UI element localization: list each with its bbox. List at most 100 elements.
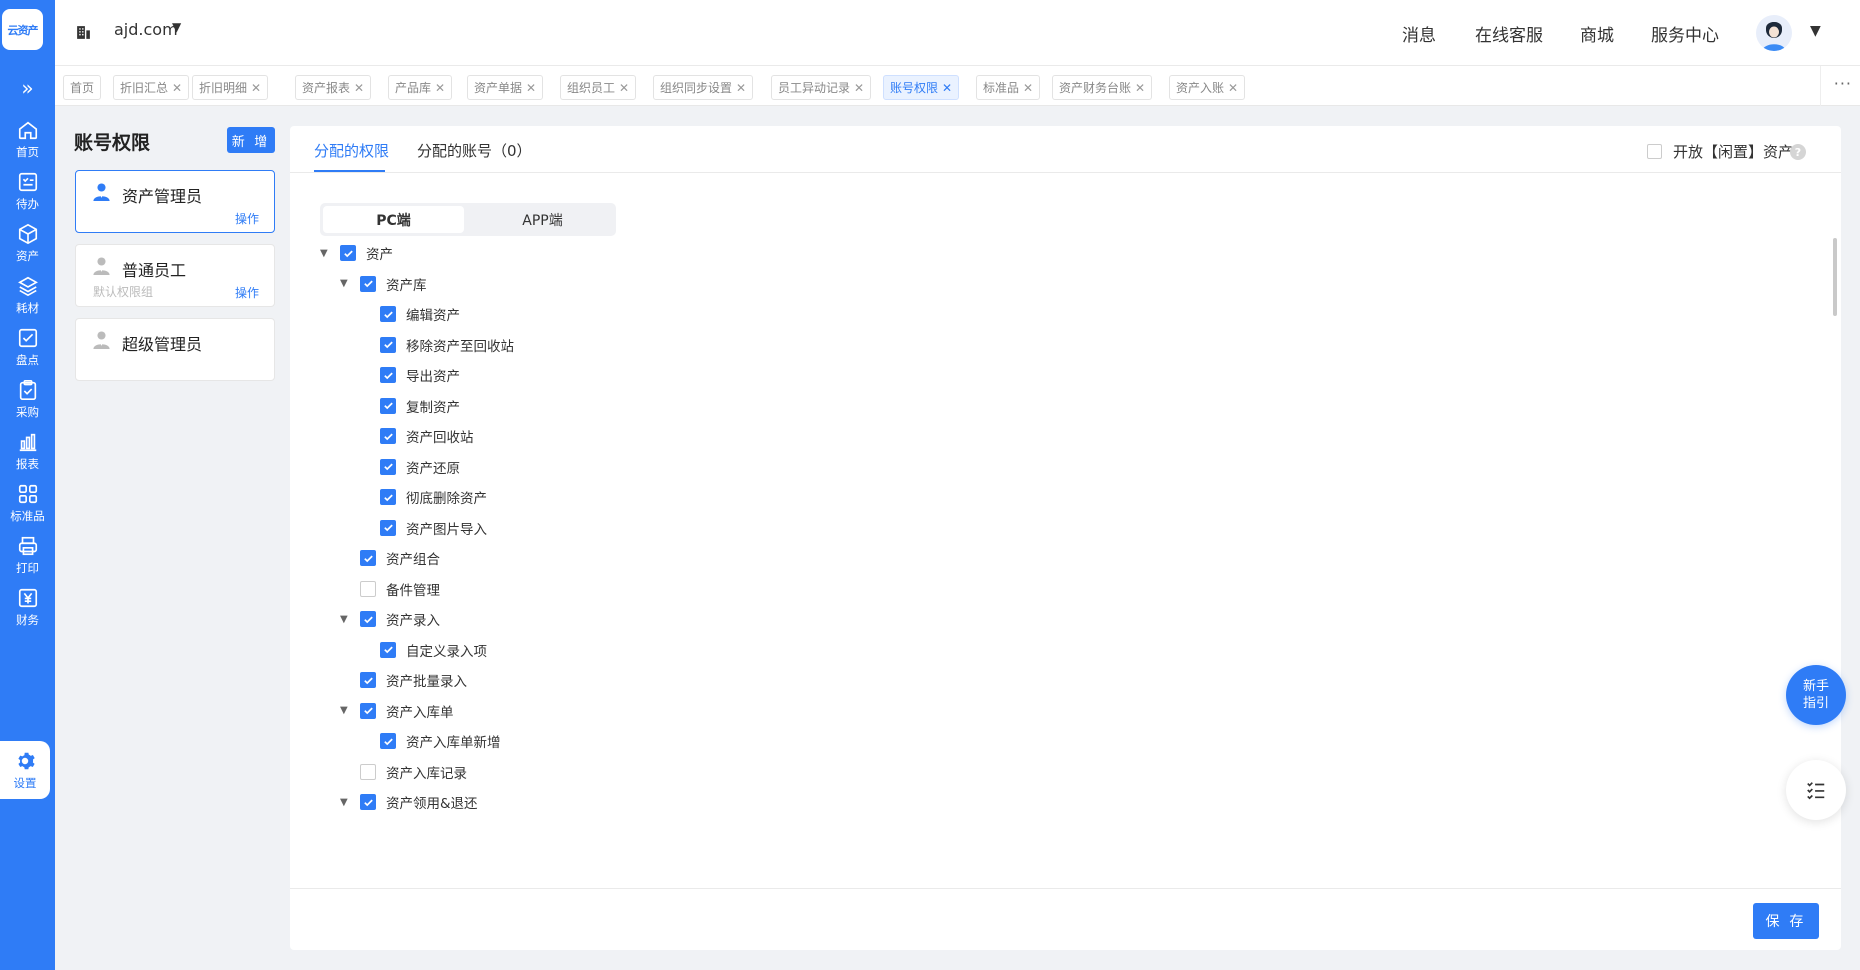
permission-checkbox[interactable] [360, 672, 376, 688]
help-icon[interactable]: ? [1790, 144, 1806, 160]
nav-item-consumables[interactable]: 耗材 [0, 266, 55, 324]
close-icon[interactable]: ✕ [1135, 81, 1145, 95]
open-idle-assets-label[interactable]: 开放【闲置】资产 [1673, 141, 1793, 162]
close-icon[interactable]: ✕ [854, 81, 864, 95]
caret-down-icon[interactable]: ▼ [340, 797, 350, 808]
permission-checkbox[interactable] [380, 336, 396, 353]
permission-checkbox[interactable] [360, 580, 376, 597]
permission-node[interactable]: 导出资产 [360, 360, 460, 390]
role-card-regular-staff[interactable]: 普通员工 默认权限组 操作 [75, 244, 275, 307]
permission-checkbox[interactable] [360, 275, 376, 292]
nav-item-settings[interactable]: 设置 [0, 741, 50, 799]
tab-org-staff[interactable]: 组织员工 ✕ [560, 75, 637, 100]
permission-checkbox[interactable] [340, 245, 356, 261]
role-operate-link[interactable]: 操作 [235, 284, 259, 301]
tab-assigned-accounts[interactable]: 分配的账号（0） [417, 140, 532, 161]
permission-checkbox[interactable] [360, 550, 376, 566]
tab-org-sync-settings[interactable]: 组织同步设置 ✕ [653, 75, 754, 100]
permission-node[interactable]: 资产图片导入 [360, 513, 487, 543]
tab-asset-posting[interactable]: 资产入账 ✕ [1169, 75, 1246, 100]
permission-checkbox[interactable] [380, 458, 396, 475]
segment-app[interactable]: APP端 [472, 206, 613, 233]
nav-item-report[interactable]: 报表 [0, 422, 55, 480]
caret-down-icon[interactable]: ▼ [340, 705, 350, 716]
caret-down-icon[interactable]: ▼ [320, 248, 330, 259]
close-icon[interactable]: ✕ [435, 81, 445, 95]
tab-asset-report[interactable]: 资产报表 ✕ [295, 75, 372, 100]
permission-checkbox[interactable] [380, 733, 396, 749]
more-icon[interactable]: ··· [1834, 74, 1852, 93]
tab-account-permissions[interactable]: 账号权限 ✕ [883, 75, 960, 100]
caret-down-icon[interactable]: ▼ [172, 20, 181, 34]
permission-node[interactable]: ▼ 资产库 [340, 269, 427, 299]
caret-down-icon[interactable]: ▼ [1810, 23, 1821, 39]
avatar[interactable] [1756, 15, 1792, 51]
org-switcher[interactable]: ajd.com [114, 20, 178, 39]
tab-asset-documents[interactable]: 资产单据 ✕ [467, 75, 544, 100]
tab-home[interactable]: 首页 [63, 75, 102, 100]
permission-checkbox[interactable] [360, 702, 376, 719]
service-center-link[interactable]: 服务中心 [1651, 21, 1719, 46]
beginner-guide-button[interactable]: 新手指引 [1786, 665, 1846, 725]
permission-checkbox[interactable] [380, 397, 396, 414]
close-icon[interactable]: ✕ [1023, 81, 1033, 95]
permission-node[interactable]: 资产批量录入 [340, 665, 467, 695]
expand-sidebar-icon[interactable]: » [0, 76, 55, 100]
app-logo[interactable]: 云资产 [2, 9, 43, 50]
role-card-asset-admin[interactable]: 资产管理员 操作 [75, 170, 275, 233]
permission-node[interactable]: 移除资产至回收站 [360, 330, 514, 360]
nav-item-print[interactable]: 打印 [0, 526, 55, 584]
nav-item-purchase[interactable]: 采购 [0, 370, 55, 428]
tab-asset-finance-ledger[interactable]: 资产财务台账 ✕ [1052, 75, 1153, 100]
close-icon[interactable]: ✕ [172, 81, 182, 95]
permission-checkbox[interactable] [380, 367, 396, 383]
permission-checkbox[interactable] [380, 641, 396, 658]
segment-pc[interactable]: PC端 [323, 206, 464, 233]
close-icon[interactable]: ✕ [1228, 81, 1238, 95]
online-support-link[interactable]: 在线客服 [1475, 21, 1543, 46]
tab-standard-items[interactable]: 标准品 ✕ [976, 75, 1041, 100]
mall-link[interactable]: 商城 [1580, 21, 1614, 46]
permission-checkbox[interactable] [380, 519, 396, 536]
permission-node[interactable]: 自定义录入项 [360, 635, 487, 665]
close-icon[interactable]: ✕ [251, 81, 261, 95]
close-icon[interactable]: ✕ [354, 81, 364, 95]
permission-node[interactable]: ▼ 资产 [320, 238, 393, 268]
permission-checkbox[interactable] [360, 611, 376, 627]
permission-node[interactable]: 资产回收站 [360, 421, 474, 451]
permission-checkbox[interactable] [380, 306, 396, 322]
tab-assigned-permissions[interactable]: 分配的权限 [314, 140, 389, 161]
permission-node[interactable]: ▼ 资产领用&退还 [340, 787, 478, 817]
permission-node[interactable]: 编辑资产 [360, 299, 460, 329]
save-button[interactable]: 保 存 [1753, 903, 1819, 939]
task-list-button[interactable] [1786, 760, 1846, 820]
permission-checkbox[interactable] [380, 428, 396, 444]
permission-node[interactable]: 彻底删除资产 [360, 482, 487, 512]
nav-item-home[interactable]: 首页 [0, 110, 55, 168]
permission-node[interactable]: 资产入库记录 [340, 757, 467, 787]
nav-item-todo[interactable]: 待办 [0, 162, 55, 220]
permission-node[interactable]: 资产还原 [360, 452, 460, 482]
messages-link[interactable]: 消息 [1402, 21, 1436, 46]
add-role-button[interactable]: 新 增 [227, 127, 275, 153]
permission-node[interactable]: ▼ 资产入库单 [340, 696, 454, 726]
caret-down-icon[interactable]: ▼ [340, 278, 350, 289]
caret-down-icon[interactable]: ▼ [340, 614, 350, 625]
close-icon[interactable]: ✕ [942, 81, 952, 95]
nav-item-standard[interactable]: 标准品 [0, 474, 55, 532]
close-icon[interactable]: ✕ [526, 81, 536, 95]
tab-staff-change-log[interactable]: 员工异动记录 ✕ [771, 75, 872, 100]
open-idle-assets-checkbox[interactable] [1647, 144, 1662, 159]
nav-item-asset[interactable]: 资产 [0, 214, 55, 272]
tab-depreciation-detail[interactable]: 折旧明细 ✕ [192, 75, 269, 100]
close-icon[interactable]: ✕ [736, 81, 746, 95]
scrollbar[interactable] [1833, 238, 1837, 316]
role-operate-link[interactable]: 操作 [235, 210, 259, 227]
nav-item-inventory[interactable]: 盘点 [0, 318, 55, 376]
permission-node[interactable]: 资产组合 [340, 543, 440, 573]
role-card-super-admin[interactable]: 超级管理员 [75, 318, 275, 381]
tab-product-library[interactable]: 产品库 ✕ [388, 75, 453, 100]
close-icon[interactable]: ✕ [619, 81, 629, 95]
nav-item-finance[interactable]: 财务 [0, 578, 55, 636]
permission-checkbox[interactable] [360, 763, 376, 780]
